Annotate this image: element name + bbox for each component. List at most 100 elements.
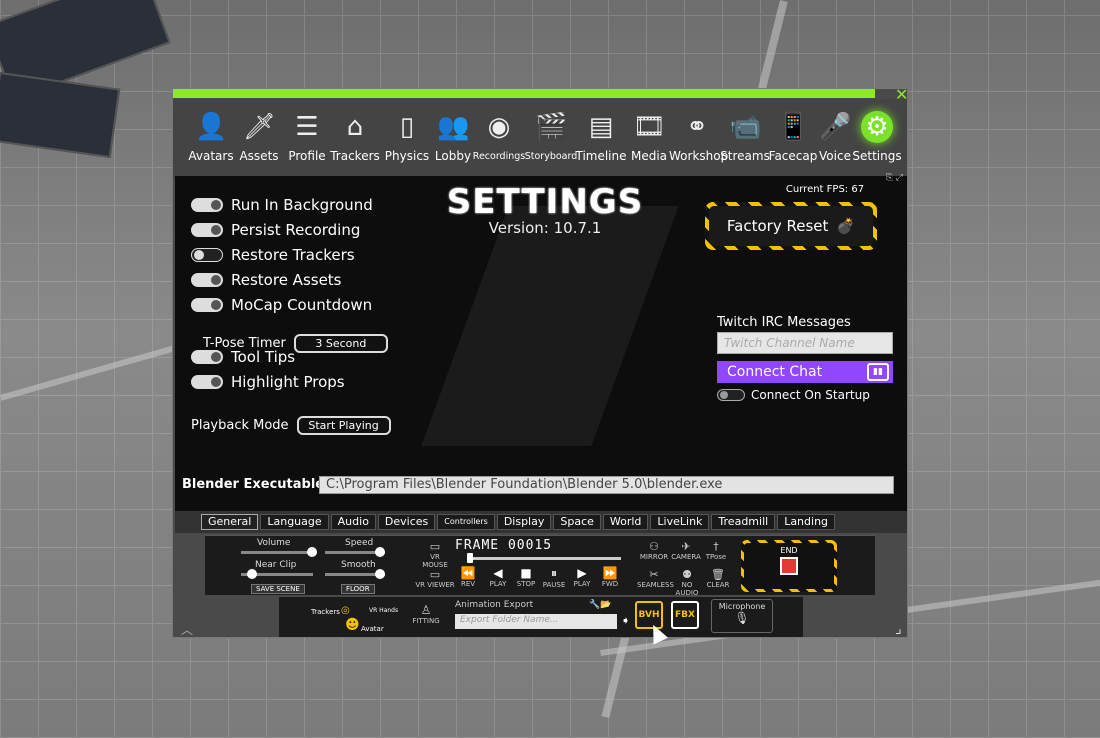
panel-controls-icon[interactable]: ⎘ ⤢	[886, 173, 903, 183]
setting-label: Restore Trackers	[231, 246, 355, 264]
animation-export-label: Animation Export	[455, 600, 534, 610]
fwd-button[interactable]: ⏩ FWD	[597, 566, 623, 588]
playback-mode-row: Playback Mode Start Playing	[191, 416, 391, 435]
collapse-icon[interactable]: ︿	[181, 621, 193, 638]
window-drag-bar[interactable]	[173, 89, 875, 98]
smooth-label: Smooth	[341, 560, 376, 570]
export-dock: Trackers ◎ VR Hands ☻ Avatar ♙ FITTING An…	[279, 597, 803, 637]
tab-general[interactable]: General	[201, 514, 259, 530]
smooth-slider[interactable]	[325, 569, 385, 579]
setting-toggle[interactable]	[191, 273, 223, 287]
gear-icon: ⚙	[861, 111, 893, 143]
tracker-icon: ⌂	[346, 112, 364, 142]
wrench-folder-icon[interactable]: 🔧📂	[589, 600, 611, 610]
mirror-button[interactable]: ⚇ MIRROR	[639, 540, 669, 561]
vr-mouse-icon: ▭	[429, 540, 441, 553]
volume-slider[interactable]	[241, 547, 317, 557]
tab-landing[interactable]: Landing	[777, 514, 836, 530]
playback-mode-label: Playback Mode	[191, 418, 289, 433]
nav-item-recordings[interactable]: ◉ Recordings	[471, 111, 527, 175]
phone-icon: 📱	[777, 112, 810, 142]
export-folder-input[interactable]: Export Folder Name...	[455, 614, 617, 629]
film-strip-icon: 🎞	[633, 112, 667, 142]
door-icon: ▯	[399, 112, 415, 142]
vr-mouse-button[interactable]: ▭ VR MOUSE	[417, 540, 453, 569]
sword-icon: 🗡	[243, 112, 277, 142]
camera-button[interactable]: ✈ CAMERA	[671, 540, 701, 561]
save-scene-button[interactable]: SAVE SCENE	[251, 584, 305, 594]
play-button[interactable]: ▶ PLAY	[569, 566, 595, 588]
connect-on-startup-toggle[interactable]	[717, 389, 745, 401]
setting-toggle[interactable]	[191, 198, 223, 212]
setting-row: MoCap Countdown	[191, 296, 372, 314]
tpose-timer-label: T-Pose Timer	[203, 336, 286, 351]
fps-readout: Current FPS: 67	[785, 184, 865, 195]
setting-label: Restore Assets	[231, 271, 342, 289]
seamless-button[interactable]: ✂ SEAMLESS	[637, 568, 674, 589]
connect-on-startup-row: Connect On Startup	[717, 388, 870, 402]
microphone-icon: 🎤	[819, 112, 852, 142]
factory-reset-button[interactable]: Factory Reset 💣	[705, 202, 877, 250]
rev-button[interactable]: ⏪ REV	[455, 566, 481, 588]
tab-audio[interactable]: Audio	[330, 514, 376, 530]
twitch-label: Twitch IRC Messages	[717, 315, 851, 330]
setting-row: Persist Recording	[191, 221, 360, 239]
setting-row: Highlight Props	[191, 373, 345, 391]
setting-row: Restore Assets	[191, 271, 342, 289]
fitting-button[interactable]: ♙ FITTING	[409, 603, 443, 625]
tpose-timer-select[interactable]: 3 Second	[293, 334, 388, 353]
nav-item-label: Recordings	[472, 151, 526, 162]
timeline-scrubber[interactable]	[467, 553, 621, 563]
pause-button[interactable]: ⏸ PAUSE	[541, 566, 567, 589]
resize-handle-icon[interactable]: ⌟	[895, 621, 902, 637]
setting-row: Run In Background	[191, 196, 373, 214]
nav-item-storyboard[interactable]: 🎬 Storyboard	[523, 111, 579, 175]
tpose-button[interactable]: † TPose	[703, 540, 729, 561]
avatar-icon[interactable]: ☻	[345, 617, 360, 633]
mirror-icon: ⚇	[649, 540, 659, 553]
arrow-right-icon: ➧	[621, 614, 631, 627]
tab-language[interactable]: Language	[260, 514, 329, 530]
speed-label: Speed	[345, 538, 374, 548]
setting-toggle[interactable]	[191, 223, 223, 237]
vr-hands-label: VR Hands	[369, 607, 399, 614]
near-clip-label: Near Clip	[255, 560, 297, 570]
setting-label: Highlight Props	[231, 373, 345, 391]
panel-background-shape	[421, 206, 679, 446]
setting-label: MoCap Countdown	[231, 296, 373, 314]
nav-item-settings[interactable]: ⚙ Settings	[849, 111, 905, 175]
clear-button[interactable]: 🗑 CLEAR	[705, 568, 731, 589]
vr-viewer-button[interactable]: ▭ VR VIEWER	[415, 568, 455, 589]
tracker-icon[interactable]: ◎	[341, 605, 350, 616]
tab-space[interactable]: Space	[553, 514, 601, 530]
trackers-label: Trackers	[311, 608, 340, 616]
setting-toggle[interactable]	[191, 375, 223, 389]
playback-mode-select[interactable]: Start Playing	[296, 416, 391, 435]
tab-devices[interactable]: Devices	[377, 514, 436, 530]
setting-toggle[interactable]	[191, 298, 223, 312]
tab-world[interactable]: World	[602, 514, 649, 530]
tab-treadmill[interactable]: Treadmill	[711, 514, 776, 530]
stop-button[interactable]: ■ STOP	[513, 566, 539, 588]
frame-counter: FRAME 00015	[455, 538, 553, 553]
near-clip-slider[interactable]	[241, 569, 313, 579]
connect-chat-button[interactable]: Connect Chat ▮▮	[717, 361, 893, 383]
end-button[interactable]: END	[741, 540, 837, 592]
end-label: END	[780, 546, 798, 555]
twitch-channel-input[interactable]: Twitch Channel Name	[717, 332, 893, 354]
no-audio-icon: ⚉	[682, 568, 692, 581]
floor-button[interactable]: FLOOR	[341, 584, 375, 594]
factory-reset-label: Factory Reset	[726, 217, 829, 235]
play-backward-button[interactable]: ◀ PLAY	[485, 566, 511, 588]
blender-executable-input[interactable]: C:\Program Files\Blender Foundation\Blen…	[319, 476, 894, 494]
speed-slider[interactable]	[325, 547, 385, 557]
setting-toggle[interactable]	[191, 248, 223, 262]
tab-display[interactable]: Display	[496, 514, 552, 530]
fbx-export-button[interactable]: FBX	[671, 601, 699, 629]
nav-item-trackers[interactable]: ⌂ Trackers	[327, 111, 383, 175]
microphone-button[interactable]: Microphone 🎙	[711, 599, 773, 633]
tpose-timer-row: T-Pose Timer 3 Second	[203, 334, 388, 353]
tab-controllers[interactable]: Controllers	[437, 514, 495, 530]
no-audio-button[interactable]: ⚉ NO AUDIO	[671, 568, 703, 597]
tab-livelink[interactable]: LiveLink	[650, 514, 710, 530]
